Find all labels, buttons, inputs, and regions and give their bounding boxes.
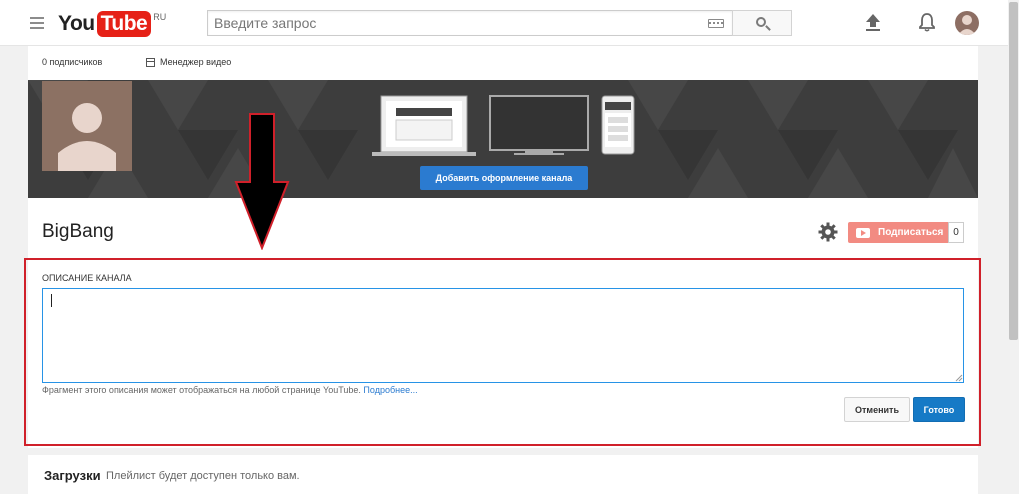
- logo-you-text: You: [58, 12, 95, 35]
- logo-tube-text: Tube: [96, 11, 152, 37]
- description-hint: Фрагмент этого описания может отображать…: [42, 385, 418, 395]
- description-label: ОПИСАНИЕ КАНАЛА: [42, 273, 132, 283]
- add-channel-art-button[interactable]: Добавить оформление канала: [420, 166, 588, 190]
- gear-icon[interactable]: [818, 222, 838, 242]
- hint-text: Фрагмент этого описания может отображать…: [42, 385, 361, 395]
- subscribe-button[interactable]: Подписаться: [848, 222, 948, 243]
- cancel-button[interactable]: Отменить: [844, 397, 910, 422]
- upload-icon[interactable]: [864, 12, 882, 32]
- keyboard-icon[interactable]: [708, 19, 724, 28]
- scrollbar[interactable]: [1008, 0, 1019, 494]
- top-bar: You Tube RU: [0, 0, 1019, 46]
- logo-region: RU: [153, 12, 167, 22]
- channel-name: BigBang: [42, 221, 114, 242]
- video-manager-label: Менеджер видео: [160, 57, 232, 67]
- subscriber-count-badge: 0: [948, 222, 964, 243]
- learn-more-link[interactable]: Подробнее...: [363, 385, 417, 395]
- done-button[interactable]: Готово: [913, 397, 965, 422]
- avatar[interactable]: [955, 11, 979, 35]
- uploads-note: Плейлист будет доступен только вам.: [106, 470, 300, 482]
- search-button[interactable]: [732, 10, 792, 36]
- film-icon: [146, 57, 155, 67]
- play-icon: [856, 227, 870, 238]
- search-input[interactable]: [214, 11, 704, 35]
- search-icon: [756, 17, 766, 27]
- text-caret: [51, 294, 52, 307]
- uploads-section: Загрузки Плейлист будет доступен только …: [28, 455, 978, 494]
- channel-avatar[interactable]: [42, 81, 132, 171]
- menu-icon[interactable]: [30, 17, 44, 29]
- description-textarea[interactable]: [42, 288, 964, 383]
- uploads-title: Загрузки: [44, 468, 101, 483]
- channel-header: 0 подписчиков Менеджер видео Добавить оф…: [28, 46, 978, 448]
- resize-grip-icon[interactable]: [955, 374, 963, 382]
- video-manager-link[interactable]: Менеджер видео: [146, 57, 231, 67]
- bell-icon[interactable]: [918, 12, 936, 32]
- search-box: [207, 10, 733, 36]
- scrollbar-thumb[interactable]: [1009, 2, 1018, 340]
- subscribe-label: Подписаться: [878, 227, 944, 238]
- subscriber-count: 0 подписчиков: [42, 57, 103, 67]
- youtube-logo[interactable]: You Tube RU: [58, 11, 166, 37]
